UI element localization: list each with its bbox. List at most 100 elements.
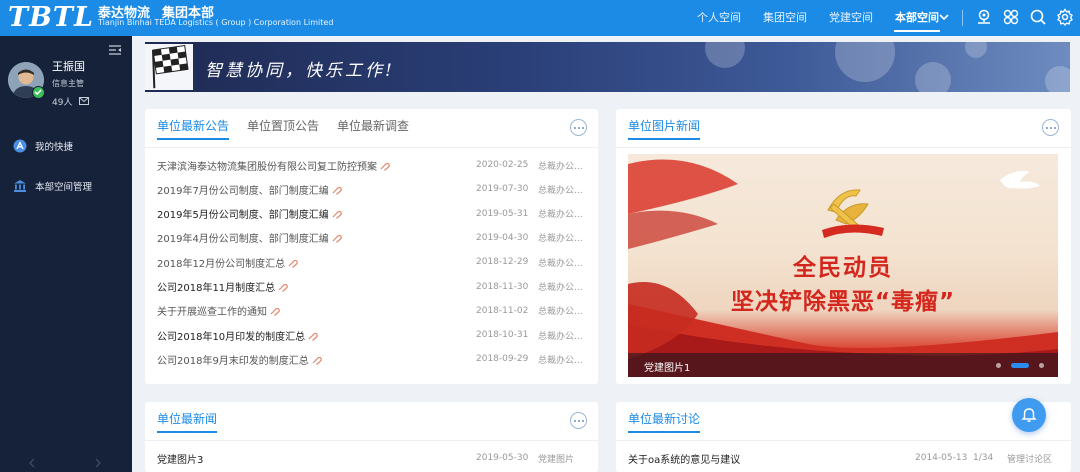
divider <box>616 440 1071 441</box>
notice-title[interactable]: 公司2018年10月印发的制度汇总 <box>157 328 476 343</box>
more-options-button[interactable] <box>570 119 587 136</box>
divider <box>616 147 1071 148</box>
org-name-en: Tianjin Binhai TEDA Logistics ( Group ) … <box>98 18 334 27</box>
chevron-left-icon[interactable] <box>28 458 36 468</box>
list-item[interactable]: 关于oa系统的意见与建议 2014-05-13 1/34 管理讨论区 <box>628 446 1059 470</box>
carousel-headline: 全民动员 <box>793 255 893 281</box>
chevron-right-icon[interactable] <box>94 458 102 468</box>
notice-title[interactable]: 公司2018年9月末印发的制度汇总 <box>157 352 476 367</box>
sidebar: 王振国 信息主管 49人 我的快捷 本部空间管理 <box>0 36 132 472</box>
collapse-sidebar-icon[interactable] <box>108 44 122 56</box>
notice-title[interactable]: 关于开展巡查工作的通知 <box>157 303 476 318</box>
notice-date: 2018-12-29 <box>476 257 529 268</box>
notice-dept: 总裁办公... <box>538 210 583 221</box>
table-row[interactable]: 天津滨海泰达物流集团股份有限公司复工防控预案 2020-02-25 总裁办公... <box>157 153 586 177</box>
more-options-button[interactable] <box>570 412 587 429</box>
notice-title[interactable]: 公司2018年11月制度汇总 <box>157 279 476 294</box>
carousel-dot[interactable] <box>1039 363 1044 368</box>
notice-title[interactable]: 2018年12月份公司制度汇总 <box>157 255 476 270</box>
carousel-subheadline: 坚决铲除黑恶“毒瘤” <box>730 289 956 315</box>
notice-dept: 总裁办公... <box>538 307 583 318</box>
table-row[interactable]: 关于开展巡查工作的通知 2018-11-02 总裁办公... <box>157 299 586 323</box>
user-count[interactable]: 49人 <box>52 95 72 108</box>
tab-latest-news[interactable]: 单位最新闻 <box>157 410 218 433</box>
notice-dept: 总裁办公... <box>538 258 583 269</box>
attachment-icon <box>380 162 390 171</box>
notice-title[interactable]: 2019年5月份公司制度、部门制度汇编 <box>157 206 476 221</box>
sidebar-item-label: 本部空间管理 <box>35 182 93 193</box>
checkered-flag-icon <box>145 44 193 90</box>
banner-slogan: 智慧协同，快乐工作! <box>205 61 395 81</box>
sidebar-item-shortcuts[interactable]: 我的快捷 <box>0 134 132 158</box>
nav-group-space[interactable]: 集团空间 <box>752 0 818 36</box>
photo-carousel[interactable]: 全民动员 坚决铲除黑恶“毒瘤” 党建图片1 <box>628 154 1058 377</box>
attachment-icon <box>288 259 299 268</box>
discussion-tabs: 单位最新讨论 <box>628 410 718 433</box>
location-icon[interactable] <box>975 8 993 26</box>
list-item-date: 2019-05-30 <box>476 453 529 463</box>
carousel-caption-bar: 党建图片1 <box>628 353 1058 377</box>
chevron-down-icon[interactable] <box>937 10 951 24</box>
gear-icon[interactable] <box>1056 8 1074 26</box>
tab-latest-discussions[interactable]: 单位最新讨论 <box>628 410 701 433</box>
notice-date: 2018-11-30 <box>476 281 529 292</box>
sidebar-item-label: 我的快捷 <box>35 142 74 153</box>
notice-title[interactable]: 2019年7月份公司制度、部门制度汇编 <box>157 182 476 197</box>
table-row[interactable]: 2019年7月份公司制度、部门制度汇编 2019-07-30 总裁办公... <box>157 177 586 201</box>
grid-icon[interactable] <box>1002 8 1020 26</box>
notice-date: 2018-09-29 <box>476 354 529 365</box>
attachment-icon <box>308 332 319 341</box>
sidebar-item-space-management[interactable]: 本部空间管理 <box>0 174 132 198</box>
top-bar: TBTL 泰达物流 集团本部 Tianjin Binhai TEDA Logist… <box>0 0 1080 36</box>
carousel-dot[interactable] <box>1011 363 1029 368</box>
bokeh-decoration <box>965 42 987 58</box>
tab-photo-news[interactable]: 单位图片新闻 <box>628 117 701 140</box>
carousel-dot[interactable] <box>996 363 1001 368</box>
attachment-icon <box>332 211 342 220</box>
table-row[interactable]: 公司2018年9月末印发的制度汇总 2018-09-29 总裁办公... <box>157 347 586 371</box>
table-row[interactable]: 2019年5月份公司制度、部门制度汇编 2019-05-31 总裁办公... <box>157 202 586 226</box>
list-item-dept: 党建图片 <box>538 454 575 465</box>
tab-latest-surveys[interactable]: 单位最新调查 <box>337 117 409 140</box>
table-row[interactable]: 2018年12月份公司制度汇总 2018-12-29 总裁办公... <box>157 250 586 274</box>
photo-news-tabs: 单位图片新闻 <box>628 117 718 140</box>
list-item-dept: 管理讨论区 <box>1007 454 1053 465</box>
notice-dept: 总裁办公... <box>538 234 583 245</box>
notice-title[interactable]: 天津滨海泰达物流集团股份有限公司复工防控预案 <box>157 158 476 173</box>
user-name: 王振国 <box>52 60 85 73</box>
notice-dept: 总裁办公... <box>538 331 583 342</box>
user-role: 信息主管 <box>52 79 84 88</box>
notice-dept: 总裁办公... <box>538 283 583 293</box>
news-card: 单位最新闻 党建图片3 2019-05-30 党建图片 <box>145 402 598 472</box>
mail-icon[interactable] <box>79 97 89 105</box>
search-icon[interactable] <box>1029 8 1047 26</box>
bokeh-decoration <box>835 42 895 82</box>
discussion-card: 单位最新讨论 关于oa系统的意见与建议 2014-05-13 1/34 管理讨论… <box>616 402 1071 472</box>
attachment-icon <box>278 284 289 292</box>
photo-news-card: 单位图片新闻 全民动员 坚决铲除黑恶“毒瘤” 党建图片1 <box>616 109 1071 384</box>
notification-button[interactable] <box>1012 398 1046 432</box>
notice-date: 2019-04-30 <box>476 232 529 243</box>
list-item[interactable]: 党建图片3 2019-05-30 党建图片 <box>157 446 586 470</box>
bank-icon <box>14 180 26 192</box>
notice-date: 2019-05-31 <box>476 208 529 219</box>
nav-party-space[interactable]: 党建空间 <box>818 0 884 36</box>
shortcut-icon <box>13 139 27 153</box>
list-item-date: 2014-05-13 <box>915 453 968 463</box>
more-options-button[interactable] <box>1042 119 1059 136</box>
table-row[interactable]: 2019年4月份公司制度、部门制度汇编 2019-04-30 总裁办公... <box>157 226 586 250</box>
carousel-caption: 党建图片1 <box>644 363 691 374</box>
company-logo[interactable]: TBTL <box>8 2 93 34</box>
divider <box>962 10 963 26</box>
tab-latest-notices[interactable]: 单位最新公告 <box>157 117 230 140</box>
tab-pinned-notices[interactable]: 单位置顶公告 <box>247 117 319 140</box>
nav-personal-space[interactable]: 个人空间 <box>686 0 752 36</box>
list-item-title[interactable]: 关于oa系统的意见与建议 <box>628 451 915 466</box>
notice-title[interactable]: 2019年4月份公司制度、部门制度汇编 <box>157 230 476 245</box>
list-item-reply-count: 1/34 <box>973 453 994 463</box>
top-nav: 个人空间 集团空间 党建空间 本部空间 <box>686 0 950 36</box>
table-row[interactable]: 公司2018年11月制度汇总 2018-11-30 总裁办公... <box>157 275 586 299</box>
list-item-title[interactable]: 党建图片3 <box>157 451 476 466</box>
table-row[interactable]: 公司2018年10月印发的制度汇总 2018-10-31 总裁办公... <box>157 323 586 347</box>
notice-dept: 总裁办公... <box>538 355 583 366</box>
